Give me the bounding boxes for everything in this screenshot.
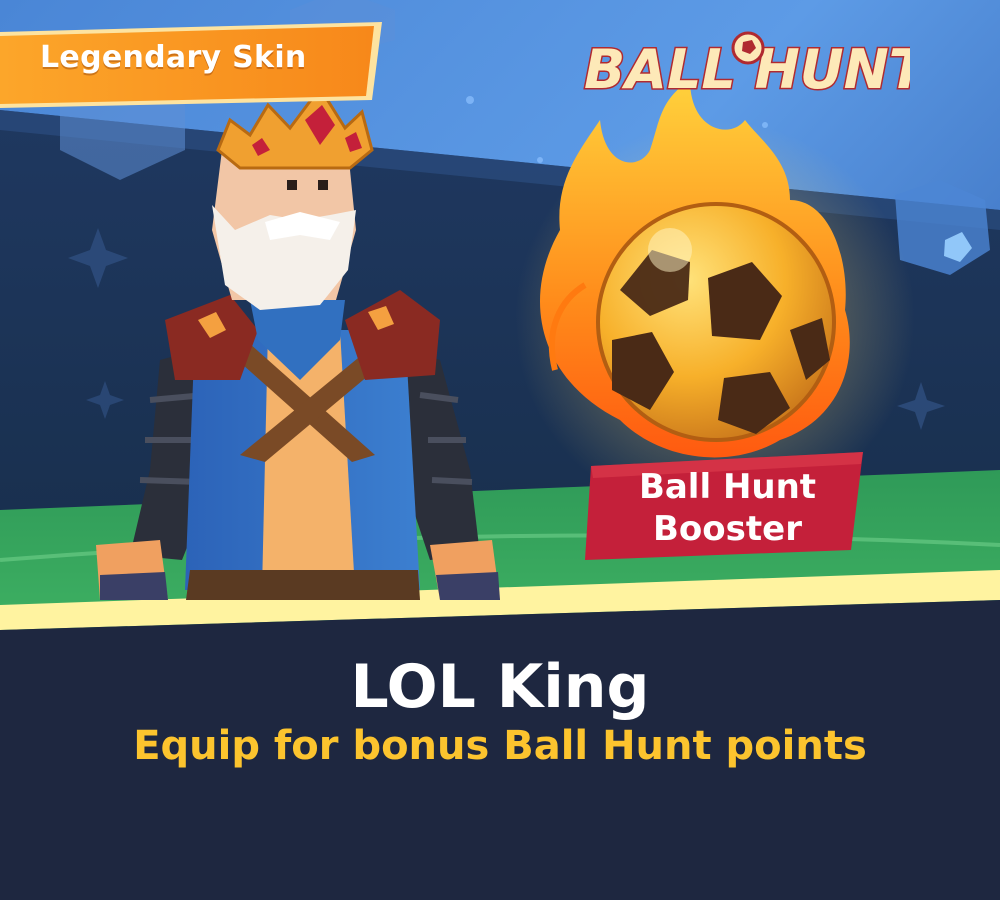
skin-description: Equip for bonus Ball Hunt points — [133, 723, 867, 769]
booster-label: Ball Hunt Booster — [600, 466, 855, 550]
booster-label-line2: Booster — [653, 509, 802, 549]
legendary-skin-badge: Legendary Skin — [40, 40, 307, 75]
booster-label-line1: Ball Hunt — [638, 467, 817, 507]
promo-card: Legendary Skin BALL HUNT Ball Hunt Boost… — [0, 0, 1000, 900]
skin-name: LOL King — [350, 652, 650, 722]
soccer-ball-icon — [731, 31, 765, 65]
ball-hunt-logo: BALL HUNT — [583, 31, 910, 100]
